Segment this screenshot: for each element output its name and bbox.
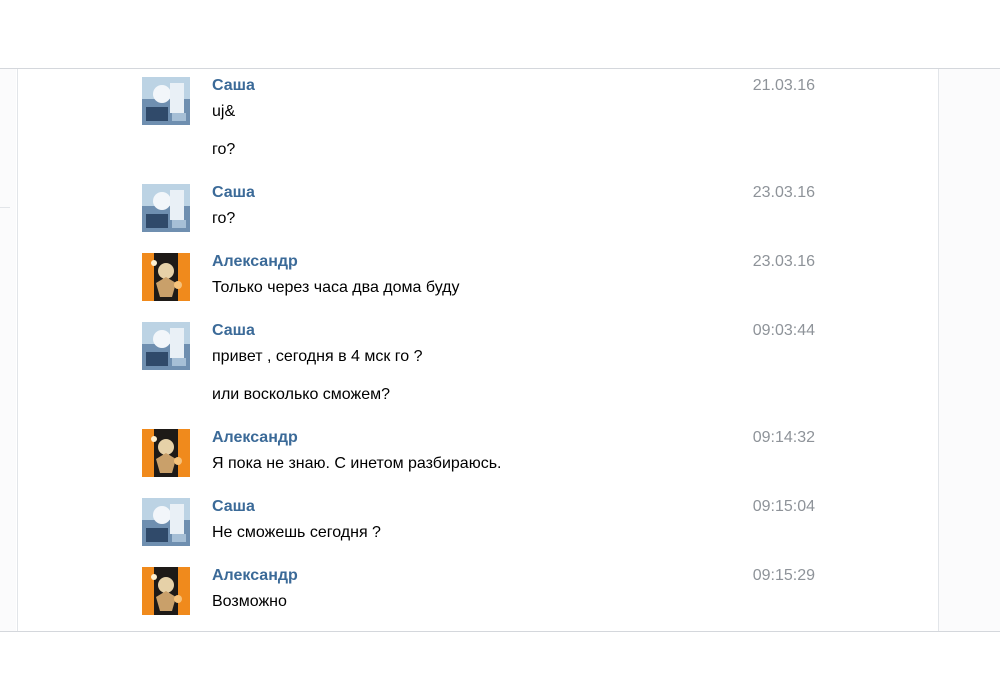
avatar[interactable] <box>142 184 190 232</box>
sasha-avatar-icon <box>142 77 190 125</box>
left-margin <box>0 69 16 631</box>
avatar[interactable] <box>142 253 190 301</box>
message-item: Саша 09:15:04 Не сможешь сегодня ? <box>142 490 832 552</box>
message-date[interactable]: 21.03.16 <box>753 77 815 95</box>
alexandr-avatar-icon <box>142 567 190 615</box>
message-text: или восколько сможем? <box>212 386 391 403</box>
message-date[interactable]: 09:03:44 <box>753 322 815 340</box>
sasha-avatar-icon <box>142 498 190 546</box>
message-date[interactable]: 09:14:32 <box>753 429 815 447</box>
author-name[interactable]: Саша <box>212 322 255 340</box>
sasha-avatar-icon <box>142 322 190 370</box>
message-date[interactable]: 23.03.16 <box>753 253 815 271</box>
author-name[interactable]: Александр <box>212 567 298 585</box>
author-name[interactable]: Саша <box>212 77 255 95</box>
author-name[interactable]: Александр <box>212 429 298 447</box>
message-item: Саша 09:03:44 привет , сегодня в 4 мск г… <box>142 314 832 414</box>
message-text: Только через часа два дома буду <box>212 279 460 296</box>
alexandr-avatar-icon <box>142 429 190 477</box>
message-text: Возможно <box>212 593 287 610</box>
message-date[interactable]: 09:15:29 <box>753 567 815 585</box>
bottom-divider <box>0 631 1000 632</box>
author-name[interactable]: Саша <box>212 184 255 202</box>
message-text: го? <box>212 210 236 227</box>
message-text: привет , сегодня в 4 мск го ? <box>212 348 423 365</box>
message-date[interactable]: 23.03.16 <box>753 184 815 202</box>
message-item: Саша 21.03.16 uj& го? <box>142 69 832 169</box>
avatar[interactable] <box>142 567 190 615</box>
message-text: го? <box>212 141 236 158</box>
message-item: Александр 09:14:32 Я пока не знаю. С ине… <box>142 421 832 483</box>
right-margin <box>938 69 1000 631</box>
sasha-avatar-icon <box>142 184 190 232</box>
left-tick-divider <box>0 207 10 208</box>
author-name[interactable]: Александр <box>212 253 298 271</box>
message-text: Я пока не знаю. С инетом разбираюсь. <box>212 455 502 472</box>
avatar[interactable] <box>142 77 190 125</box>
avatar[interactable] <box>142 322 190 370</box>
message-item: Саша 23.03.16 го? <box>142 176 832 238</box>
alexandr-avatar-icon <box>142 253 190 301</box>
avatar[interactable] <box>142 429 190 477</box>
avatar[interactable] <box>142 498 190 546</box>
message-date[interactable]: 09:15:04 <box>753 498 815 516</box>
message-item: Александр 23.03.16 Только через часа два… <box>142 245 832 307</box>
message-text: Не сможешь сегодня ? <box>212 524 381 541</box>
author-name[interactable]: Саша <box>212 498 255 516</box>
message-text: uj& <box>212 103 236 120</box>
message-item: Александр 09:15:29 Возможно <box>142 559 832 621</box>
